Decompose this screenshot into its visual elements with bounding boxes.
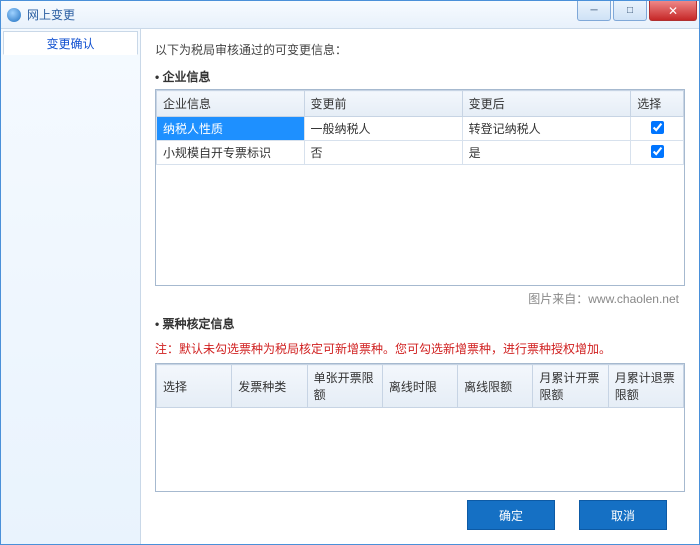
- close-button[interactable]: ✕: [649, 1, 697, 21]
- body: 变更确认 以下为税局审核通过的可变更信息： 企业信息 企业信息 变更前 变更后 …: [1, 29, 699, 544]
- enterprise-table-wrap: 企业信息 变更前 变更后 选择 纳税人性质一般纳税人转登记纳税人小规模自开专票标…: [155, 89, 685, 286]
- col-header: 选择: [157, 365, 232, 408]
- col-header: 离线时限: [382, 365, 457, 408]
- table-cell: 转登记纳税人: [462, 117, 631, 141]
- table-row[interactable]: 小规模自开专票标识否是: [157, 141, 684, 165]
- col-header: 选择: [631, 91, 684, 117]
- table-cell: 小规模自开专票标识: [157, 141, 305, 165]
- row-checkbox[interactable]: [651, 121, 664, 134]
- window-title: 网上变更: [27, 6, 75, 23]
- maximize-button[interactable]: □: [613, 1, 647, 21]
- invoice-table: 选择发票种类单张开票限额离线时限离线限额月累计开票限额月累计退票限额: [156, 364, 684, 408]
- col-header: 月累计开票限额: [533, 365, 608, 408]
- sidebar: 变更确认: [1, 29, 141, 544]
- col-header: 发票种类: [232, 365, 307, 408]
- col-header: 月累计退票限额: [608, 365, 683, 408]
- cancel-button[interactable]: 取消: [579, 500, 667, 530]
- row-checkbox[interactable]: [651, 145, 664, 158]
- window-frame: 网上变更 ─ □ ✕ 变更确认 以下为税局审核通过的可变更信息： 企业信息 企业…: [0, 0, 700, 545]
- invoice-table-wrap: 选择发票种类单张开票限额离线时限离线限额月累计开票限额月累计退票限额: [155, 363, 685, 492]
- select-cell: [631, 141, 684, 165]
- col-header: 变更前: [304, 91, 462, 117]
- table-cell: 一般纳税人: [304, 117, 462, 141]
- table-row[interactable]: 纳税人性质一般纳税人转登记纳税人: [157, 117, 684, 141]
- table-cell: 否: [304, 141, 462, 165]
- ok-button[interactable]: 确定: [467, 500, 555, 530]
- table-cell: 是: [462, 141, 631, 165]
- app-icon: [7, 8, 21, 22]
- section1-title: 企业信息: [155, 68, 685, 85]
- col-header: 变更后: [462, 91, 631, 117]
- col-header: 离线限额: [458, 365, 533, 408]
- enterprise-table: 企业信息 变更前 变更后 选择 纳税人性质一般纳税人转登记纳税人小规模自开专票标…: [156, 90, 684, 165]
- intro-text: 以下为税局审核通过的可变更信息：: [155, 41, 685, 58]
- button-row: 确定 取消: [155, 492, 685, 536]
- tab-change-confirm[interactable]: 变更确认: [3, 31, 138, 55]
- table-empty-area: [156, 165, 684, 285]
- select-cell: [631, 117, 684, 141]
- watermark: 图片来自：www.chaolen.net: [155, 290, 685, 307]
- section2-note: 注：默认未勾选票种为税局核定可新增票种。您可勾选新增票种，进行票种授权增加。: [155, 340, 685, 357]
- col-header: 企业信息: [157, 91, 305, 117]
- table-cell: 纳税人性质: [157, 117, 305, 141]
- titlebar: 网上变更 ─ □ ✕: [1, 1, 699, 29]
- col-header: 单张开票限额: [307, 365, 382, 408]
- section2-title: 票种核定信息: [155, 315, 685, 332]
- window-buttons: ─ □ ✕: [577, 1, 699, 21]
- minimize-button[interactable]: ─: [577, 1, 611, 21]
- main-panel: 以下为税局审核通过的可变更信息： 企业信息 企业信息 变更前 变更后 选择 纳税…: [141, 29, 699, 544]
